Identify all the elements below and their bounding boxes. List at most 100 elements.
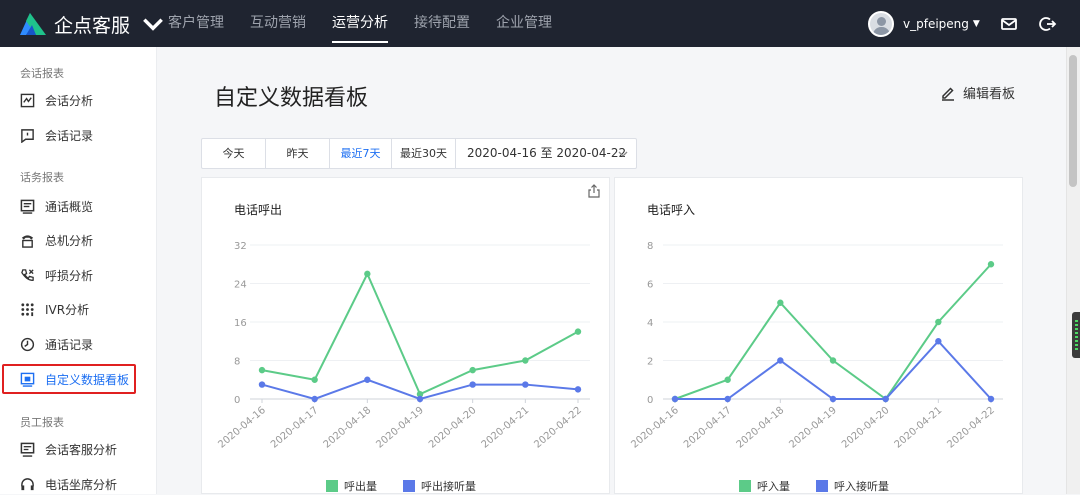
x-tick-label: 2020-04-19 <box>787 405 839 451</box>
sidebar-item-agent-chat[interactable]: 会话客服分析 <box>20 440 117 458</box>
series-line <box>261 271 579 396</box>
outbound-line-chart: 081624322020-04-16 2020-04-17 2020-04-18 20… <box>216 241 590 451</box>
date-filter-bar: 今天 昨天 最近7天 最近30天 2020-04-16 至 2020-04-22 <box>201 138 637 169</box>
x-tick-label: 2020-04-17 <box>269 405 321 451</box>
sidebar-item-label: 通话记录 <box>45 337 94 352</box>
date-range-value: 2020-04-16 至 2020-04-22 <box>467 146 627 160</box>
y-tick-label: 2 <box>647 357 653 368</box>
brand-logo[interactable]: 企点客服 <box>18 9 168 39</box>
date-range-picker[interactable]: 2020-04-16 至 2020-04-22 <box>456 139 636 168</box>
x-tick-label: 2020-04-20 <box>840 405 892 451</box>
sidebar-item-phone-agent[interactable]: 电话坐席分析 <box>20 475 117 493</box>
sidebar-item-call-overview[interactable]: 通话概览 <box>20 197 93 215</box>
call-record-icon <box>20 337 35 351</box>
legend-item[interactable]: 呼出量 <box>326 478 377 494</box>
inbound-line-chart: 024682020-04-16 2020-04-17 2020-04-18 2020-… <box>629 241 1003 451</box>
x-tick-label: 2020-04-18 <box>322 405 374 451</box>
chevron-down-icon[interactable] <box>138 11 168 37</box>
avatar[interactable] <box>868 11 894 37</box>
chevron-down-icon <box>618 151 628 157</box>
caret-down-icon[interactable]: ▼ <box>973 19 980 29</box>
x-tick-label: 2020-04-17 <box>682 405 734 451</box>
x-tick-label: 2020-04-20 <box>427 405 479 451</box>
filter-yesterday-button[interactable]: 昨天 <box>266 139 330 168</box>
legend-swatch <box>403 480 415 492</box>
switchboard-icon <box>21 234 34 248</box>
ivr-icon <box>21 302 34 316</box>
data-point <box>777 357 784 364</box>
x-tick-label: 2020-04-16 <box>629 405 681 451</box>
sidebar-item-switchboard[interactable]: 总机分析 <box>20 231 93 249</box>
y-tick-label: 32 <box>234 241 247 252</box>
sidebar-item-session-analysis[interactable]: 会话分析 <box>20 91 93 109</box>
y-tick-label: 0 <box>234 395 240 406</box>
y-tick-label: 6 <box>647 280 653 291</box>
nav-item[interactable]: 运营分析 <box>332 0 388 47</box>
floating-side-widget[interactable] <box>1072 312 1080 358</box>
section-title-session: 会话报表 <box>20 67 64 80</box>
section-title-call: 话务报表 <box>20 171 64 184</box>
x-tick-label: 2020-04-21 <box>480 405 532 451</box>
sidebar-item-call-records[interactable]: 通话记录 <box>20 335 93 353</box>
data-point <box>574 386 582 393</box>
username: v_pfeipeng <box>903 17 969 31</box>
chart-title: 电话呼入 <box>647 203 696 217</box>
call-loss-icon <box>21 268 34 281</box>
sidebar-item-label: 会话分析 <box>45 93 94 108</box>
filter-last7-button[interactable]: 最近7天 <box>330 139 392 168</box>
x-tick-label: 2020-04-18 <box>735 405 787 451</box>
sidebar-item-call-loss[interactable]: 呼损分析 <box>20 266 93 284</box>
nav-item[interactable]: 企业管理 <box>496 0 552 47</box>
filter-last30-button[interactable]: 最近30天 <box>392 139 456 168</box>
data-point <box>469 381 476 388</box>
chat-record-icon <box>21 128 34 143</box>
logout-icon[interactable] <box>1039 15 1057 33</box>
legend-item[interactable]: 呼入接听量 <box>816 478 889 494</box>
legend-item[interactable]: 呼出接听量 <box>403 478 476 494</box>
mail-icon[interactable] <box>1000 15 1018 33</box>
chart-title: 电话呼出 <box>234 203 283 217</box>
y-tick-label: 4 <box>647 318 653 329</box>
legend-label: 呼入接听量 <box>834 480 889 493</box>
y-tick-label: 8 <box>647 241 653 252</box>
agent-chat-icon <box>20 442 35 457</box>
user-menu[interactable]: v_pfeipeng ▼ <box>868 11 980 37</box>
chart-legend: 呼入量 呼入接听量 <box>739 478 915 494</box>
data-point <box>416 395 424 403</box>
filter-today-button[interactable]: 今天 <box>202 139 266 168</box>
nav-item[interactable]: 接待配置 <box>414 0 470 47</box>
chart-card-outbound: 0 8 16 24 32 2020-04-16 2020-04-17 2020-04-18 20… <box>201 177 610 494</box>
scrollbar-thumb[interactable] <box>1069 55 1077 187</box>
x-tick-label: 2020-04-22 <box>945 405 997 451</box>
y-tick-label: 0 <box>647 395 653 406</box>
section-title-staff: 员工报表 <box>20 416 64 429</box>
series-line <box>674 263 992 401</box>
nav-item[interactable]: 客户管理 <box>168 0 224 47</box>
share-icon[interactable] <box>587 184 601 198</box>
data-point <box>829 395 837 403</box>
sidebar: 会话报表 会话分析 会话记录 话务报表 通话概览 总机分析 呼损分析 IVR分析… <box>0 47 157 494</box>
sidebar-item-ivr[interactable]: IVR分析 <box>20 300 89 318</box>
edit-dashboard-button[interactable]: 编辑看板 <box>940 83 1015 102</box>
data-point <box>987 261 995 268</box>
legend-item[interactable]: 呼入量 <box>739 478 790 494</box>
sidebar-item-label: IVR分析 <box>45 302 90 317</box>
legend-label: 呼入量 <box>757 480 790 493</box>
data-point <box>724 395 731 403</box>
nav-item[interactable]: 互动营销 <box>250 0 306 47</box>
data-point <box>935 318 942 326</box>
top-navigation-bar: 企点客服 客户管理 互动营销 运营分析 接待配置 企业管理 v_pfeipeng ▼ <box>0 0 1080 47</box>
chart-card-inbound: 0 2 4 6 8 2020-04-16 2020-04-17 2020-04-18 2020-… <box>614 177 1023 494</box>
x-tick-label: 2020-04-22 <box>532 405 584 451</box>
headset-icon <box>21 477 34 490</box>
legend-swatch <box>326 480 338 492</box>
sidebar-item-session-records[interactable]: 会话记录 <box>20 126 93 144</box>
y-tick-label: 24 <box>234 280 247 291</box>
sidebar-item-label: 总机分析 <box>45 233 94 248</box>
highlight-box <box>2 364 136 394</box>
sidebar-item-label: 呼损分析 <box>45 268 94 283</box>
main-nav: 客户管理 互动营销 运营分析 接待配置 企业管理 <box>168 0 578 47</box>
legend-label: 呼出量 <box>344 480 377 493</box>
data-point <box>469 366 476 374</box>
legend-swatch <box>816 480 828 492</box>
